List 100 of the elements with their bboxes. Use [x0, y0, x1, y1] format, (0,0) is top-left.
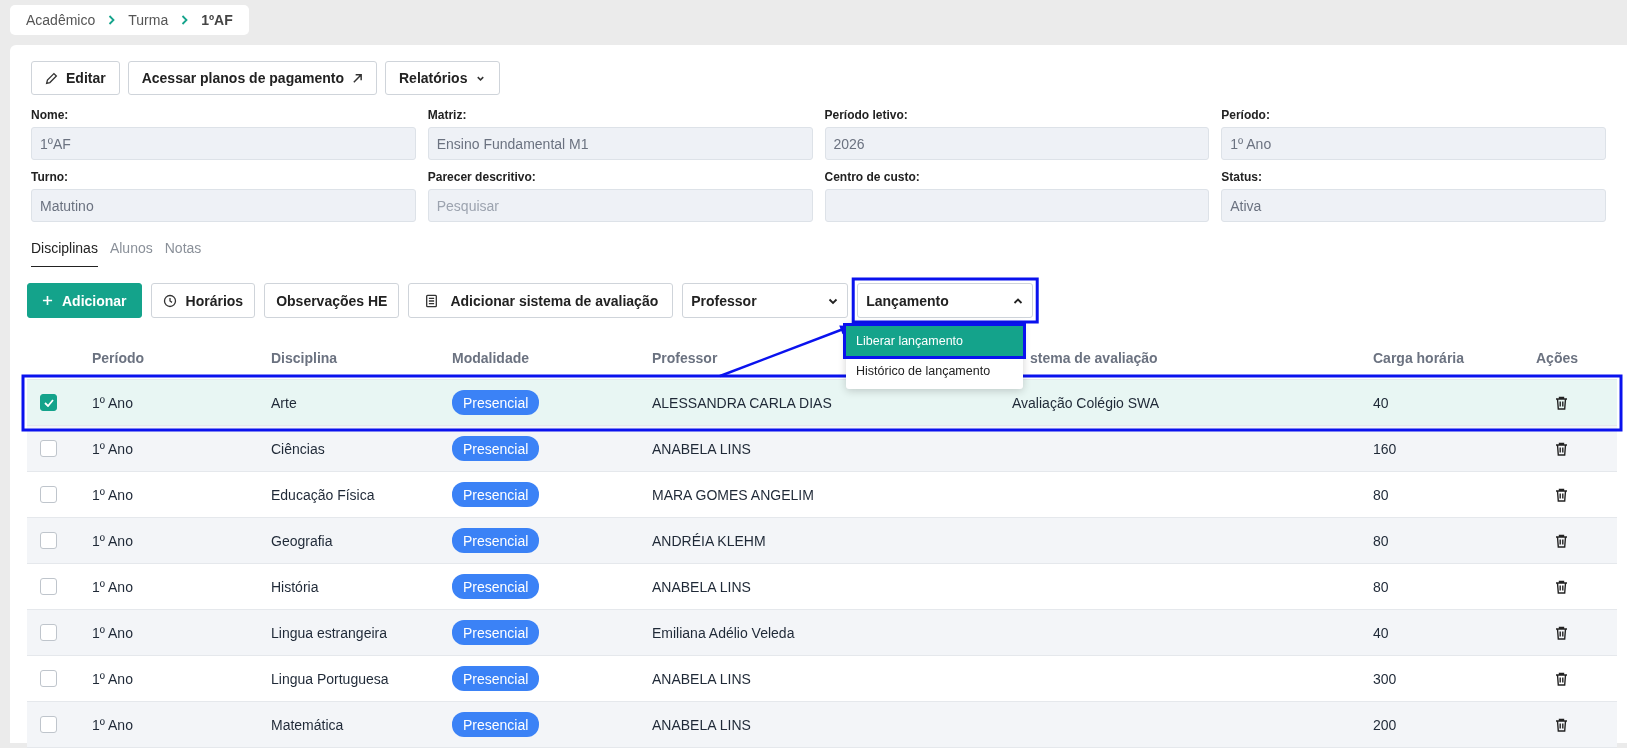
check-icon: [43, 398, 54, 407]
checkbox[interactable]: [40, 532, 57, 549]
trash-icon[interactable]: [1555, 579, 1568, 594]
table-cell: 80: [1373, 532, 1389, 549]
input-field[interactable]: 2026: [824, 127, 1210, 160]
input-field[interactable]: [824, 189, 1210, 222]
edit-button[interactable]: Editar: [31, 61, 120, 95]
link-button[interactable]: Acessar planos de pagamento: [127, 61, 377, 95]
column-header: stema de avaliação: [1029, 350, 1158, 366]
modality-tag: Presencial: [452, 436, 540, 461]
table-cell: 1º Ano: [92, 532, 133, 549]
table-cell: 1º Ano: [92, 486, 133, 503]
table-cell: Emiliana Adélio Veleda: [652, 624, 795, 641]
table-cell: 1º Ano: [92, 716, 133, 733]
column-header: Ações: [1536, 350, 1579, 366]
table-row[interactable]: 1º Ano Matemática Presencial ANABELA LINS 200: [27, 702, 1617, 748]
modality-tag: Presencial: [452, 620, 540, 645]
checkbox[interactable]: [40, 486, 57, 503]
field-label: Período:: [1221, 108, 1270, 122]
plus-icon: [42, 295, 53, 306]
table-cell: Geografia: [271, 532, 333, 549]
breadcrumb-link[interactable]: Turma: [128, 12, 169, 28]
table-cell: 80: [1373, 486, 1389, 503]
pencil-icon: [45, 71, 58, 85]
table-cell: ANDRÉIA KLEHM: [652, 532, 766, 549]
toolbar-button[interactable]: Adicionar sistema de avaliação: [408, 283, 674, 318]
toolbar-button[interactable]: Observações HE: [264, 283, 400, 318]
document-icon: [425, 293, 439, 308]
field-label: Turno:: [31, 170, 69, 184]
table-row[interactable]: 1º Ano Arte Presencial ALESSANDRA CARLA DIAS Avaliação Colégio SWA 40: [27, 380, 1617, 426]
table-cell: 40: [1373, 394, 1389, 411]
trash-icon[interactable]: [1555, 671, 1568, 686]
table-cell: 300: [1373, 670, 1397, 687]
arrow-up-right-icon: [352, 72, 363, 84]
table-cell: 1º Ano: [92, 440, 133, 457]
trash-icon[interactable]: [1555, 487, 1568, 502]
table-cell: Lingua Portuguesa: [271, 670, 389, 687]
trash-icon[interactable]: [1555, 533, 1568, 548]
checkbox[interactable]: [40, 394, 57, 411]
table-cell: ANABELA LINS: [652, 716, 751, 733]
table-cell: 1º Ano: [92, 624, 133, 641]
table-row[interactable]: 1º Ano Lingua estrangeira Presencial Emiliana Adélio Veleda 40: [27, 610, 1617, 656]
table-cell: 200: [1373, 716, 1397, 733]
table-cell: 1º Ano: [92, 670, 133, 687]
modality-tag: Presencial: [452, 482, 540, 507]
table-cell: Avaliação Colégio SWA: [1012, 394, 1160, 411]
trash-icon[interactable]: [1555, 441, 1568, 456]
table-cell: Lingua estrangeira: [271, 624, 387, 641]
input-field[interactable]: Ativa: [1221, 189, 1606, 222]
column-header: Período: [92, 350, 145, 366]
trash-icon[interactable]: [1555, 625, 1568, 640]
clock-icon: [162, 293, 177, 308]
toolbar-button[interactable]: Horários: [150, 283, 256, 318]
table-cell: Arte: [271, 394, 297, 411]
trash-icon[interactable]: [1555, 395, 1568, 410]
modality-tag: Presencial: [452, 712, 540, 737]
input-field[interactable]: 1º Ano: [1221, 127, 1606, 160]
checkbox[interactable]: [40, 716, 57, 733]
table-cell: 1º Ano: [92, 394, 133, 411]
modality-tag: Presencial: [452, 666, 540, 691]
table-cell: ALESSANDRA CARLA DIAS: [652, 394, 832, 411]
checkbox[interactable]: [40, 670, 57, 687]
modality-tag: Presencial: [452, 390, 540, 415]
chevron-right-icon: [107, 15, 117, 25]
table-cell: ANABELA LINS: [652, 440, 751, 457]
table-cell: ANABELA LINS: [652, 670, 751, 687]
modality-tag: Presencial: [452, 528, 540, 553]
column-header: Carga horária: [1373, 350, 1465, 366]
trash-icon[interactable]: [1555, 717, 1568, 732]
field-label: Parecer descritivo:: [427, 170, 536, 184]
field-label: Matriz:: [427, 108, 467, 122]
field-label: Período letivo:: [824, 108, 908, 122]
select-field[interactable]: Lançamento: [857, 283, 1034, 318]
table-cell: Educação Física: [271, 486, 375, 503]
table-row[interactable]: 1º Ano Ciências Presencial ANABELA LINS 160: [27, 426, 1617, 472]
checkbox[interactable]: [40, 578, 57, 595]
table-cell: 80: [1373, 578, 1389, 595]
field-label: Status:: [1221, 170, 1262, 184]
checkbox[interactable]: [40, 624, 57, 641]
breadcrumb-link[interactable]: Acadêmico: [26, 12, 96, 28]
column-header: Disciplina: [271, 350, 338, 366]
input-field[interactable]: Matutino: [31, 189, 416, 222]
modality-tag: Presencial: [452, 574, 540, 599]
table-cell: 160: [1373, 440, 1397, 457]
input-field[interactable]: Ensino Fundamental M1: [427, 127, 813, 160]
field-label: Centro de custo:: [824, 170, 920, 184]
table-cell: Ciências: [271, 440, 325, 457]
column-header: Professor: [652, 350, 718, 366]
table-row[interactable]: 1º Ano Geografia Presencial ANDRÉIA KLEHM 80: [27, 518, 1617, 564]
breadcrumb-link[interactable]: 1ºAF: [201, 12, 233, 28]
table-cell: ANABELA LINS: [652, 578, 751, 595]
column-header: Modalidade: [452, 350, 529, 366]
select-field[interactable]: Professor: [682, 283, 849, 318]
input-field[interactable]: 1ºAF: [31, 127, 416, 160]
table-cell: 40: [1373, 624, 1389, 641]
table-cell: História: [271, 578, 319, 595]
field-label: Nome:: [31, 108, 69, 122]
dropdown-button[interactable]: Relatórios: [385, 61, 501, 95]
table-cell: MARA GOMES ANGELIM: [652, 486, 814, 503]
checkbox[interactable]: [40, 440, 57, 457]
